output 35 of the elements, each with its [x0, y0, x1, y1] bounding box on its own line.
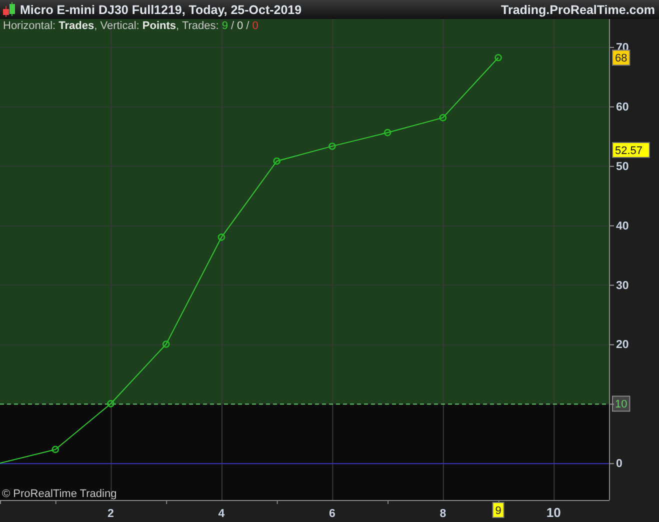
data-point — [52, 446, 60, 454]
data-point — [218, 234, 226, 241]
y-axis-label: 0 — [616, 458, 622, 470]
data-point — [494, 54, 502, 62]
trade-count: 0 — [237, 20, 244, 32]
y-axis-label: 40 — [616, 220, 629, 232]
last-trade-tag: 9 — [492, 502, 504, 518]
legend-text: Horizontal: Trades, Vertical: Points, Trades: — [3, 20, 219, 32]
data-point — [273, 157, 280, 165]
data-point — [439, 114, 447, 122]
trade-count: 0 — [252, 20, 258, 32]
copyright-text: © ProRealTime Trading — [2, 488, 117, 500]
y-tick-label: 10 — [615, 398, 628, 411]
trade-count: 9 — [222, 20, 228, 32]
data-point — [107, 400, 114, 408]
separator: / — [246, 20, 250, 32]
x-axis-label: 10 — [546, 505, 561, 520]
x-axis-label: 8 — [440, 508, 446, 520]
y-axis-label: 50 — [616, 160, 629, 173]
site-link[interactable]: Trading.ProRealTime.com — [501, 2, 655, 16]
data-point — [384, 128, 392, 136]
last-value-tag: 68 — [612, 50, 630, 66]
data-point — [162, 340, 170, 348]
threshold-tag: 10 — [612, 396, 630, 412]
y-axis-label: 30 — [616, 280, 629, 292]
average-tag: 52.57 — [612, 142, 650, 158]
candlestick-icon — [2, 2, 16, 18]
x-axis-label: 6 — [328, 508, 336, 520]
separator: / — [230, 20, 234, 32]
x-axis-label: 4 — [218, 508, 225, 520]
y-axis-label: 60 — [616, 101, 629, 114]
y-axis-label: 20 — [616, 339, 629, 352]
window-title: Micro E-mini DJ30 Full1219, Today, 25-Oct-2019 — [20, 2, 302, 16]
x-axis-label: 2 — [108, 508, 114, 520]
data-point — [328, 142, 336, 150]
